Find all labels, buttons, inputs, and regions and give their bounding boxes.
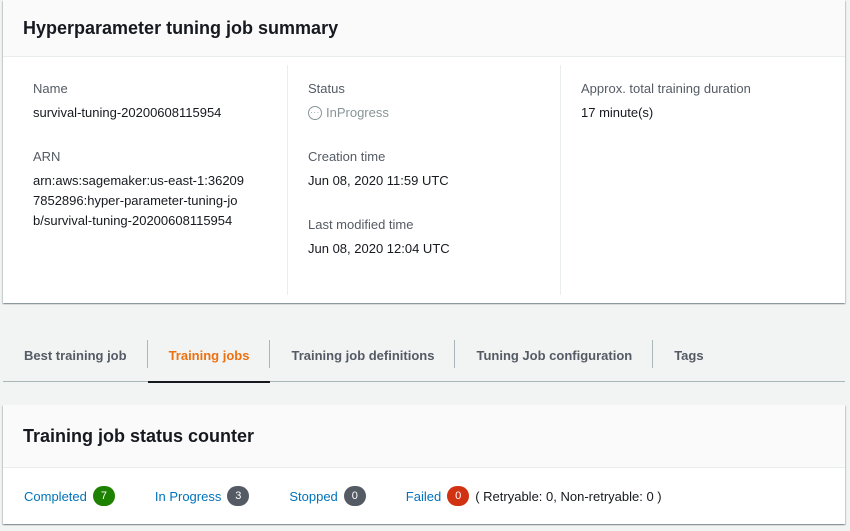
counter-row: Completed 7 In Progress 3 Stopped 0 Fail… [3, 468, 845, 524]
completed-link[interactable]: Completed [24, 489, 87, 504]
name-label: Name [33, 81, 68, 96]
summary-title: Hyperparameter tuning job summary [23, 17, 339, 38]
status-text: InProgress [326, 105, 389, 120]
in-progress-icon: ··· [308, 106, 322, 120]
status-field: Status ··· InProgress [308, 81, 560, 123]
arn-field: ARN arn:aws:sagemaker:us-east-1:36209785… [33, 149, 287, 231]
creation-value: Jun 08, 2020 11:59 UTC [308, 173, 449, 188]
tab-label: Tuning Job configuration [476, 348, 633, 363]
creation-label: Creation time [308, 149, 386, 164]
counter-header: Training job status counter [3, 405, 845, 468]
summary-column-2: Status ··· InProgress Creation time Jun … [287, 65, 560, 295]
status-value: ··· InProgress [308, 103, 560, 123]
modified-label: Last modified time [308, 217, 414, 232]
stopped-link[interactable]: Stopped [289, 489, 337, 504]
tab-training-jobs[interactable]: Training jobs [147, 330, 271, 383]
failed-detail: ( Retryable: 0, Non-retryable: 0 ) [475, 488, 662, 504]
tab-label: Tags [674, 348, 704, 363]
summary-columns: Name survival-tuning-20200608115954 ARN … [3, 57, 845, 303]
tab-label: Training jobs [168, 348, 250, 363]
summary-panel: Hyperparameter tuning job summary Name s… [3, 0, 845, 303]
arn-label: ARN [33, 149, 61, 164]
summary-column-1: Name survival-tuning-20200608115954 ARN … [3, 65, 287, 295]
tab-training-job-definitions[interactable]: Training job definitions [270, 330, 456, 382]
counter-title: Training job status counter [23, 425, 255, 446]
duration-label: Approx. total training duration [581, 81, 751, 96]
tab-best-training-job[interactable]: Best training job [3, 330, 148, 382]
duration-field: Approx. total training duration 17 minut… [581, 81, 845, 123]
arn-value: arn:aws:sagemaker:us-east-1:362097852896… [33, 173, 245, 228]
failed-count-badge: 0 [447, 486, 470, 506]
status-label: Status [308, 81, 345, 96]
tab-tags[interactable]: Tags [653, 330, 724, 382]
name-field: Name survival-tuning-20200608115954 [33, 81, 287, 123]
tab-label: Training job definitions [291, 348, 435, 363]
counter-failed: Failed 0 ( Retryable: 0, Non-retryable: … [406, 486, 662, 506]
tab-tuning-job-configuration[interactable]: Tuning Job configuration [455, 330, 654, 382]
counter-stopped: Stopped 0 [289, 486, 366, 506]
in-progress-link[interactable]: In Progress [155, 489, 221, 504]
name-value: survival-tuning-20200608115954 [33, 105, 222, 120]
tab-bar: Best training job Training jobs Training… [3, 330, 845, 383]
duration-value: 17 minute(s) [581, 105, 654, 120]
failed-link[interactable]: Failed [406, 489, 441, 504]
modified-field: Last modified time Jun 08, 2020 12:04 UT… [308, 217, 560, 259]
stopped-count-badge: 0 [343, 486, 366, 506]
summary-column-3: Approx. total training duration 17 minut… [560, 65, 845, 295]
modified-value: Jun 08, 2020 12:04 UTC [308, 241, 450, 256]
status-counter-panel: Training job status counter Completed 7 … [3, 405, 845, 524]
completed-count-badge: 7 [92, 486, 115, 506]
creation-field: Creation time Jun 08, 2020 11:59 UTC [308, 149, 560, 191]
counter-in-progress: In Progress 3 [155, 486, 250, 506]
counter-completed: Completed 7 [24, 486, 115, 506]
summary-header: Hyperparameter tuning job summary [3, 0, 845, 57]
in-progress-count-badge: 3 [227, 486, 250, 506]
tab-label: Best training job [24, 348, 127, 363]
